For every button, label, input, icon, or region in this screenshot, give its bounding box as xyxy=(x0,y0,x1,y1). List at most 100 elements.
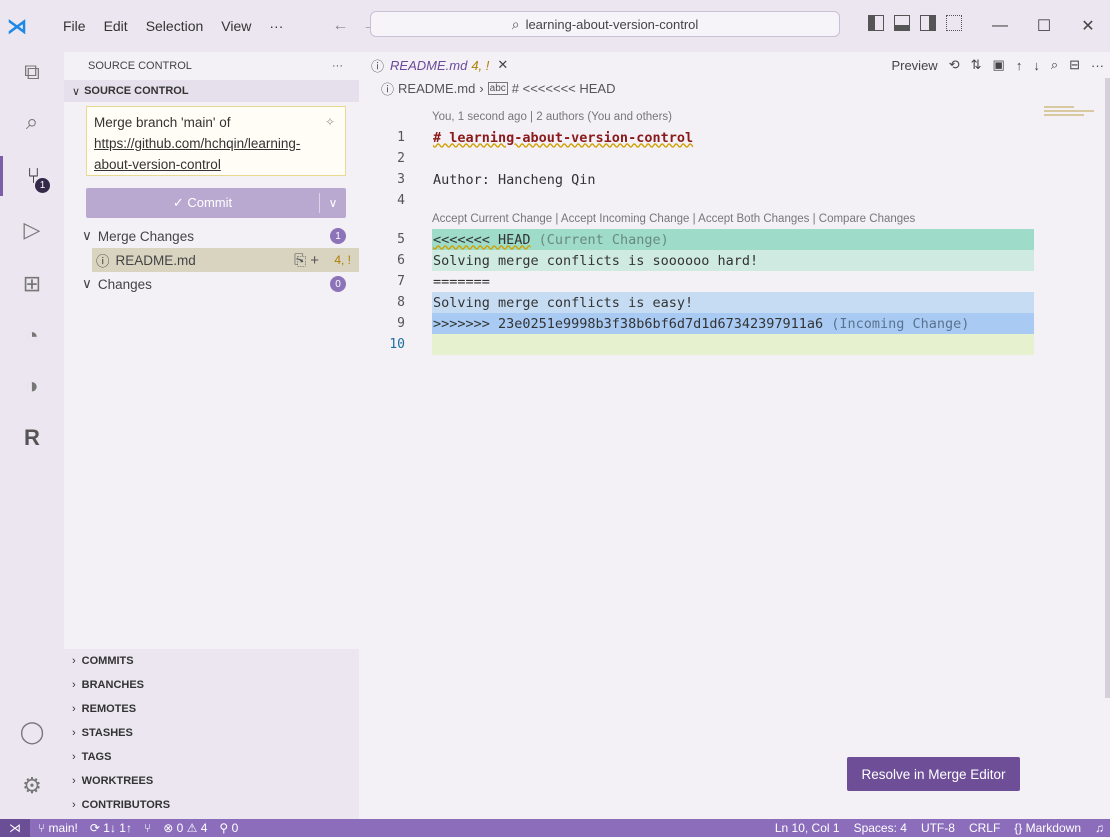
heading-symbol-icon: abc xyxy=(487,81,508,95)
ports-indicator[interactable]: ⚲ 0 xyxy=(219,821,238,835)
source-control-section-header[interactable]: ∨ SOURCE CONTROL xyxy=(64,80,359,102)
code-editor[interactable]: You, 1 second ago | 2 authors (You and o… xyxy=(359,111,1110,355)
source-control-icon[interactable]: ⑂ 1 xyxy=(0,156,64,196)
toggle-primary-sidebar-icon[interactable] xyxy=(868,15,884,31)
branch-indicator[interactable]: ⑂ main! xyxy=(38,821,78,835)
changes-count: 0 xyxy=(330,276,346,292)
chevron-down-icon: ∨ xyxy=(82,228,92,243)
code-line-current-marker: 5 <<<<<<< HEAD (Current Change) xyxy=(359,229,1110,250)
changes-group[interactable]: ∨ Changes 0 xyxy=(64,272,359,296)
menu-more[interactable]: ··· xyxy=(260,18,292,34)
tab-title: README.md xyxy=(390,57,468,73)
close-icon[interactable]: ✕ xyxy=(497,57,508,73)
open-file-stage-actions[interactable]: ⎘ + xyxy=(294,252,319,269)
previous-conflict-icon[interactable]: ↑ xyxy=(1016,58,1023,73)
command-center-search[interactable]: ⌕ learning-about-version-control xyxy=(370,11,840,37)
section-stashes[interactable]: › STASHES xyxy=(64,721,359,745)
indentation[interactable]: Spaces: 4 xyxy=(854,821,907,835)
next-conflict-icon[interactable]: ↓ xyxy=(1033,58,1040,73)
merge-changes-group[interactable]: ∨ Merge Changes 1 xyxy=(64,224,359,248)
breadcrumb: ⓘ README.md › abc # <<<<<<< HEAD xyxy=(359,78,1110,98)
search-activity-icon[interactable]: ⌕ xyxy=(0,102,64,142)
line-number: 8 xyxy=(397,295,405,310)
account-icon[interactable]: ◯ xyxy=(0,712,64,752)
settings-gear-icon[interactable]: ⚙ xyxy=(0,766,64,806)
preview-button[interactable]: Preview xyxy=(891,58,937,73)
blame-codelens[interactable]: You, 1 second ago | 2 authors (You and o… xyxy=(359,111,1110,127)
code-line: 3 Author: Hancheng Qin xyxy=(359,169,1110,190)
toggle-blame-icon[interactable]: ⌕ xyxy=(1051,57,1058,73)
commit-button[interactable]: ✓ Commit ∨ xyxy=(86,188,346,218)
menu-file[interactable]: File xyxy=(54,18,95,34)
r-extension-icon[interactable]: R xyxy=(0,418,64,458)
customize-layout-icon[interactable] xyxy=(946,15,962,31)
section-branches[interactable]: › BRANCHES xyxy=(64,673,359,697)
line-number: 1 xyxy=(397,130,405,145)
sync-indicator[interactable]: ⟳ 1↓ 1↑ xyxy=(90,821,132,835)
gitlens-icon[interactable]: ◑ xyxy=(0,366,64,406)
line-text: # learning-about-version-control xyxy=(433,129,694,146)
line-text xyxy=(432,334,1034,355)
cursor-position[interactable]: Ln 10, Col 1 xyxy=(775,821,840,835)
conflict-actions-codelens[interactable]: Accept Current Change | Accept Incoming … xyxy=(359,211,1110,229)
commit-dropdown-chevron-icon[interactable]: ∨ xyxy=(320,196,346,210)
open-changes-icon[interactable]: ▣ xyxy=(993,57,1005,73)
section-commits[interactable]: › COMMITS xyxy=(64,649,359,673)
toggle-secondary-sidebar-icon[interactable] xyxy=(920,15,936,31)
section-remotes[interactable]: › REMOTES xyxy=(64,697,359,721)
braces-icon: {} xyxy=(1014,821,1023,835)
section-contributors[interactable]: › CONTRIBUTORS xyxy=(64,793,359,817)
commit-message-input[interactable]: ✧ Merge branch 'main' of https://github.… xyxy=(86,106,346,176)
source-control-badge: 1 xyxy=(35,178,50,193)
code-line: 4 xyxy=(359,190,1110,211)
resolve-in-merge-editor-button[interactable]: Resolve in Merge Editor xyxy=(847,757,1020,791)
publish-icon[interactable]: ⑂ xyxy=(144,821,151,835)
remote-indicator-icon[interactable]: ⋊ xyxy=(0,819,30,837)
title-bar: ⋊ File Edit Selection View ··· ← → ⌕ lea… xyxy=(0,0,1110,52)
chevron-down-icon: ∨ xyxy=(82,276,92,291)
split-editor-icon[interactable]: ⊟ xyxy=(1069,57,1080,73)
minimize-button[interactable]: — xyxy=(978,0,1022,52)
maximize-button[interactable]: ☐ xyxy=(1022,0,1066,52)
commit-button-label: ✓ Commit xyxy=(172,195,233,210)
close-button[interactable]: ✕ xyxy=(1066,0,1110,52)
breadcrumb-file[interactable]: README.md xyxy=(398,81,475,96)
line-text xyxy=(432,190,1034,211)
line-text xyxy=(432,148,1034,169)
encoding[interactable]: UTF-8 xyxy=(921,821,955,835)
line-number: 3 xyxy=(397,172,405,187)
line-number: 4 xyxy=(397,193,405,208)
changed-file-readme[interactable]: ⓘ README.md ⎘ + 4, ! xyxy=(92,248,359,272)
language-mode[interactable]: {} Markdown xyxy=(1014,821,1081,835)
toggle-panel-icon[interactable] xyxy=(894,15,910,31)
git-graph-icon[interactable]: ◔ xyxy=(0,316,64,356)
section-tags[interactable]: › TAGS xyxy=(64,745,359,769)
code-line: 7 ======= xyxy=(359,271,1110,292)
more-actions-icon[interactable]: ··· xyxy=(1091,58,1104,73)
activity-bar: ⧉ ⌕ ⑂ 1 ▷ ⊞ ◔ ◑ R ◯ ⚙ xyxy=(0,52,64,819)
breadcrumb-symbol[interactable]: # <<<<<<< HEAD xyxy=(512,81,616,96)
explorer-icon[interactable]: ⧉ xyxy=(0,52,64,92)
info-icon: ⓘ xyxy=(96,254,110,269)
sparkle-icon[interactable]: ✧ xyxy=(325,112,335,133)
section-worktrees[interactable]: › WORKTREES xyxy=(64,769,359,793)
menu-selection[interactable]: Selection xyxy=(137,18,213,34)
commit-message-line: Merge branch 'main' of xyxy=(94,115,231,130)
tab-readme[interactable]: ⓘ README.md 4, ! ✕ xyxy=(359,52,520,78)
end-of-line[interactable]: CRLF xyxy=(969,821,1000,835)
back-arrow-icon[interactable]: ← xyxy=(332,17,348,35)
run-debug-icon[interactable]: ▷ xyxy=(0,210,64,250)
warning-icon: ⚠ xyxy=(186,821,198,835)
extensions-icon[interactable]: ⊞ xyxy=(0,264,64,304)
info-icon: ⓘ xyxy=(381,81,395,97)
menu-view[interactable]: View xyxy=(212,18,260,34)
problems-indicator[interactable]: ⊗ 0 ⚠ 4 xyxy=(163,821,207,835)
line-text: ======= xyxy=(433,273,490,290)
merge-changes-label: Merge Changes xyxy=(97,228,194,244)
compare-changes-icon[interactable]: ⇅ xyxy=(971,57,982,73)
tab-bar: ⓘ README.md 4, ! ✕ Preview ⟲ ⇅ ▣ ↑ ↓ ⌕ ⊟… xyxy=(359,52,1110,78)
sidebar-more-button[interactable]: ··· xyxy=(332,60,343,72)
notifications-bell-icon[interactable]: ♫ xyxy=(1095,821,1104,835)
timeline-icon[interactable]: ⟲ xyxy=(949,57,960,73)
menu-edit[interactable]: Edit xyxy=(95,18,137,34)
